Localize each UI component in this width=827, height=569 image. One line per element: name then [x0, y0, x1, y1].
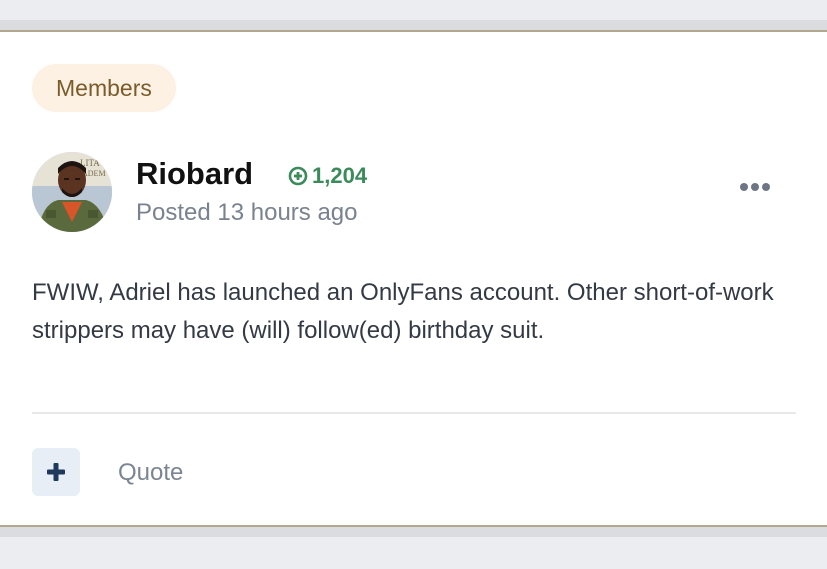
more-options-icon[interactable]	[734, 176, 776, 198]
top-separator	[0, 20, 827, 30]
menu-dot	[762, 183, 770, 191]
add-reputation-button[interactable]	[32, 448, 80, 496]
post-timestamp: Posted 13 hours ago	[136, 196, 358, 230]
plus-circle-icon	[288, 166, 308, 186]
post-content: FWIW, Adriel has launched an OnlyFans ac…	[32, 279, 774, 344]
avatar[interactable]: LITA ADEM	[32, 152, 112, 232]
previous-post-edge	[0, 0, 827, 20]
content-divider	[32, 412, 796, 414]
menu-dot	[740, 183, 748, 191]
menu-dot	[751, 183, 759, 191]
quote-button[interactable]: Quote	[118, 456, 183, 490]
bottom-separator	[0, 527, 827, 537]
next-post-edge	[0, 537, 827, 569]
post-time[interactable]: 13 hours ago	[217, 199, 357, 226]
plus-icon	[47, 463, 65, 481]
reputation-value: 1,204	[312, 163, 368, 188]
posted-prefix: Posted	[136, 199, 218, 226]
post-card: Members LITA ADEM Riobard 1,204 Posted 1…	[0, 30, 827, 527]
author-name[interactable]: Riobard	[136, 154, 253, 194]
avatar-image: LITA ADEM	[32, 152, 112, 232]
group-badge-label: Members	[56, 75, 152, 101]
group-badge: Members	[32, 64, 176, 112]
reputation-count: 1,204	[288, 162, 367, 190]
